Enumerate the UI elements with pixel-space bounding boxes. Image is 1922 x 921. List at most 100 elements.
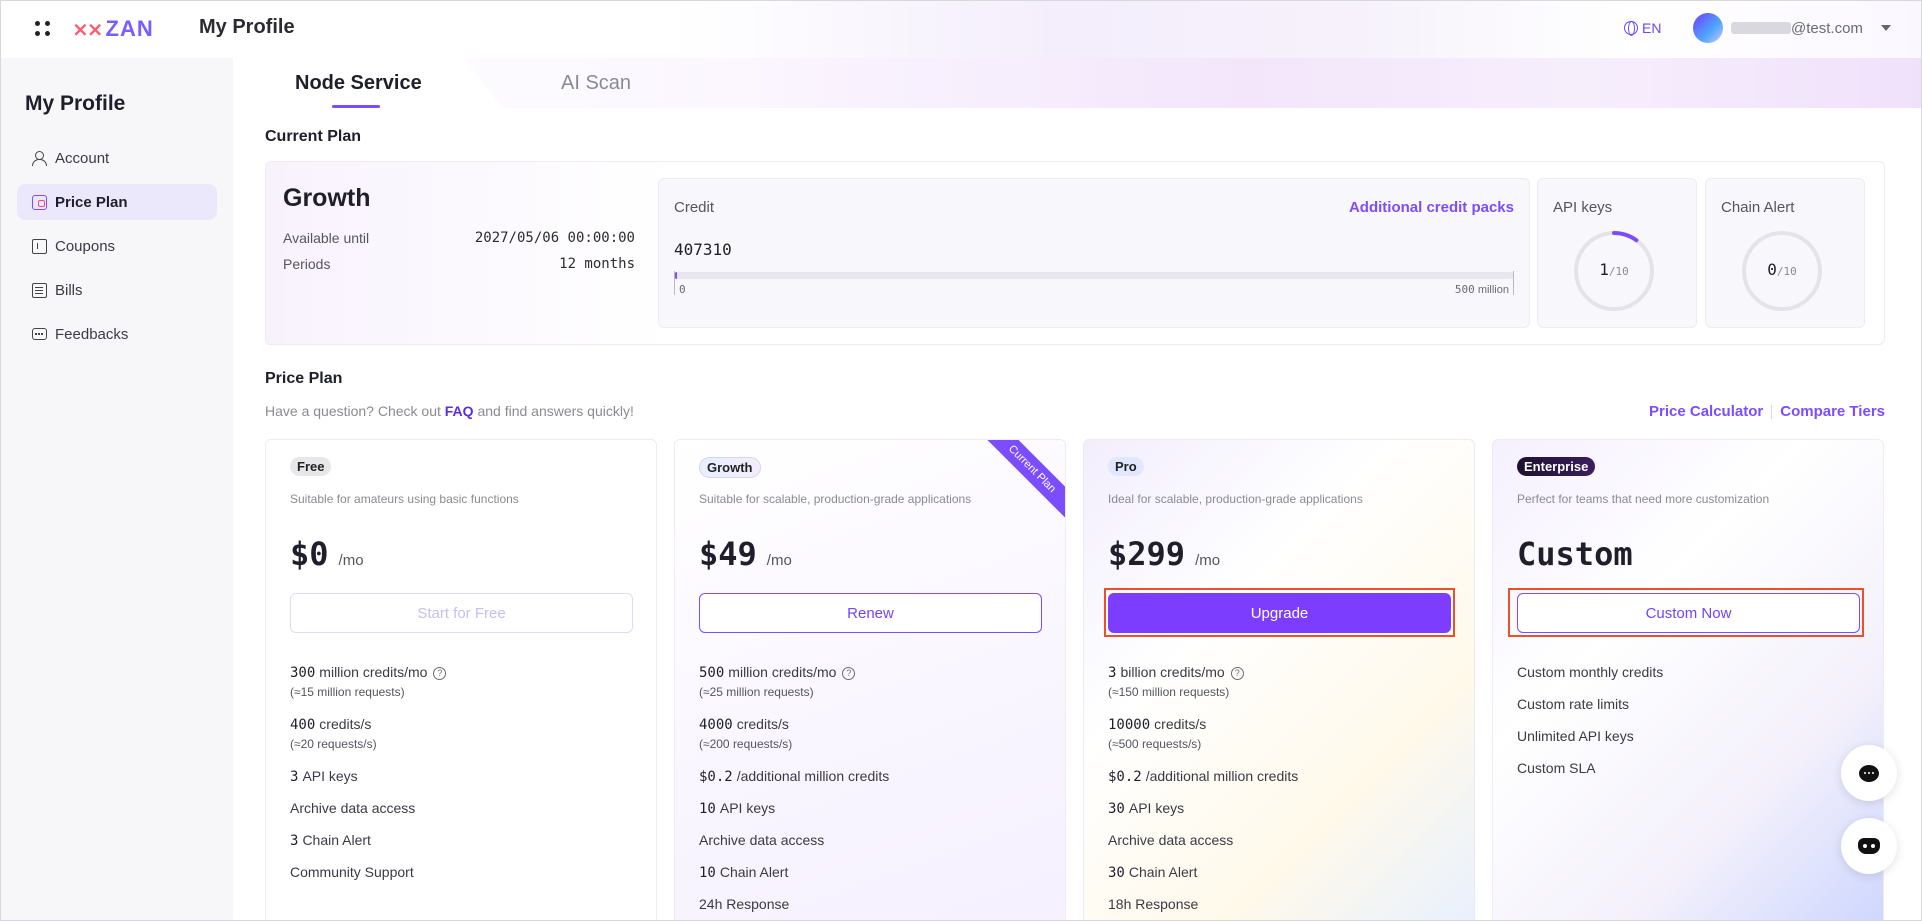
- faq-link[interactable]: FAQ: [445, 403, 474, 419]
- periods-label: Periods: [283, 256, 331, 272]
- plan-badge: Enterprise: [1517, 457, 1596, 476]
- bill-icon: [32, 282, 47, 298]
- price-calculator-link[interactable]: Price Calculator: [1649, 403, 1763, 420]
- periods-value: 12 months: [559, 256, 635, 272]
- plan-description: Suitable for scalable, production-grade …: [699, 492, 972, 506]
- sidebar-item-label: Account: [55, 149, 110, 167]
- user-email-suffix: @test.com: [1791, 19, 1863, 37]
- email-redacted: [1731, 22, 1791, 34]
- sidebar-item-price-plan[interactable]: Price Plan: [17, 184, 217, 220]
- current-plan-title: Current Plan: [265, 128, 362, 145]
- credit-max-label: 500 million: [1454, 283, 1509, 296]
- api-keys-panel: API keys 1/10: [1537, 178, 1697, 328]
- sidebar-item-label: Price Plan: [55, 193, 128, 211]
- plan-card-pro: Pro Ideal for scalable, production-grade…: [1083, 439, 1475, 921]
- price-plan-icon: [32, 194, 47, 210]
- credit-panel: Credit Additional credit packs 407310 0 …: [658, 178, 1530, 328]
- credit-value: 407310: [674, 240, 732, 259]
- logo-text: ZAN: [105, 16, 154, 41]
- tab-active-indicator: [332, 105, 380, 108]
- current-plan-card: Growth Available until 2027/05/06 00:00:…: [265, 161, 1885, 345]
- tab-ai-scan[interactable]: AI Scan: [561, 72, 631, 95]
- plan-feature: 3 Chain Alert: [290, 832, 371, 849]
- plan-feature: 24h Response: [699, 896, 790, 912]
- plan-feature: Unlimited API keys: [1517, 728, 1634, 744]
- chain-alert-label: Chain Alert: [1721, 199, 1795, 216]
- plan-feature: 3 API keys: [290, 768, 358, 785]
- plan-description: Perfect for teams that need more customi…: [1517, 492, 1770, 506]
- plan-feature: 500 million credits/mo? (≈25 million requ…: [699, 664, 856, 699]
- avatar: [1693, 13, 1723, 43]
- sidebar-item-label: Coupons: [55, 237, 116, 255]
- sidebar-item-bills[interactable]: Bills: [17, 272, 217, 308]
- help-icon[interactable]: ?: [433, 667, 447, 680]
- plan-feature: 4000 credits/s (≈200 requests/s): [699, 716, 793, 751]
- compare-tiers-link[interactable]: Compare Tiers: [1780, 403, 1885, 420]
- plan-feature: 3 billion credits/mo? (≈150 million reque…: [1108, 664, 1244, 699]
- plan-feature: Custom rate limits: [1517, 696, 1630, 712]
- language-label: EN: [1642, 20, 1662, 36]
- help-icon[interactable]: ?: [842, 667, 856, 680]
- sidebar-item-label: Feedbacks: [55, 325, 129, 343]
- chain-alert-panel: Chain Alert 0/10: [1705, 178, 1865, 328]
- current-plan-name: Growth: [283, 184, 371, 212]
- plan-feature: Archive data access: [1108, 832, 1234, 848]
- chat-icon: [1859, 764, 1879, 782]
- coupon-icon: [32, 238, 47, 254]
- available-until-label: Available until: [283, 230, 370, 246]
- plan-badge: Pro: [1108, 457, 1144, 476]
- plan-feature: 300 million credits/mo? (≈15 million requ…: [290, 664, 447, 699]
- plan-feature: 10 Chain Alert: [699, 864, 789, 881]
- plan-price: $49 /mo: [699, 535, 792, 573]
- plan-feature: Community Support: [290, 864, 414, 880]
- help-icon[interactable]: ?: [1230, 667, 1244, 680]
- zan-logo[interactable]: ⨯⨯ ZAN: [72, 16, 154, 42]
- plan-badge: Growth: [699, 457, 761, 478]
- available-until-value: 2027/05/06 00:00:00: [474, 230, 635, 246]
- available-until-row: Available until 2027/05/06 00:00:00: [283, 230, 635, 246]
- plan-feature: $0.2/additional million credits: [699, 768, 890, 785]
- periods-row: Periods 12 months: [283, 256, 635, 272]
- additional-credit-packs-link[interactable]: Additional credit packs: [1349, 199, 1514, 216]
- api-keys-label: API keys: [1553, 199, 1613, 216]
- app-title: My Profile: [199, 16, 295, 38]
- upgrade-highlight: [1104, 588, 1455, 637]
- main-content: Node Service AI Scan Current Plan Growth…: [233, 58, 1922, 921]
- zan-logo-mark-icon: ⨯⨯: [72, 18, 103, 41]
- api-keys-count: 1/10: [1599, 260, 1629, 279]
- user-menu[interactable]: @test.com: [1693, 13, 1891, 43]
- price-plan-subtitle: Have a question? Check out FAQ and find …: [265, 403, 634, 419]
- chain-alert-count: 0/10: [1767, 260, 1797, 279]
- tab-node-service[interactable]: Node Service: [295, 72, 422, 95]
- user-icon: [32, 150, 47, 166]
- renew-button[interactable]: Renew: [699, 593, 1042, 633]
- sidebar-item-feedbacks[interactable]: Feedbacks: [17, 316, 217, 352]
- app-grid-icon[interactable]: [35, 21, 51, 37]
- sidebar-item-coupons[interactable]: Coupons: [17, 228, 217, 264]
- start-for-free-button[interactable]: Start for Free: [290, 593, 633, 633]
- plan-feature: 400 credits/s (≈20 requests/s): [290, 716, 377, 751]
- chat-button[interactable]: [1841, 745, 1897, 801]
- sidebar: My Profile Account Price Plan Coupons Bi…: [0, 58, 233, 921]
- plan-description: Suitable for amateurs using basic functi…: [290, 492, 519, 506]
- sidebar-title: My Profile: [25, 92, 126, 115]
- plan-feature: Custom monthly credits: [1517, 664, 1664, 680]
- plan-price: $0 /mo: [290, 535, 364, 573]
- language-switch[interactable]: EN: [1624, 20, 1661, 36]
- discord-icon: [1858, 838, 1880, 854]
- plan-price: $299 /mo: [1108, 535, 1221, 573]
- custom-now-highlight: [1508, 588, 1864, 637]
- sidebar-item-account[interactable]: Account: [17, 140, 217, 176]
- discord-button[interactable]: [1841, 818, 1897, 874]
- plan-feature: 30 API keys: [1108, 800, 1185, 817]
- chevron-down-icon: [1880, 25, 1891, 31]
- feedback-icon: [32, 328, 47, 340]
- plan-card-growth: Current Plan Growth Suitable for scalabl…: [674, 439, 1066, 921]
- sidebar-item-label: Bills: [55, 281, 83, 299]
- current-plan-ribbon: Current Plan: [978, 440, 1065, 523]
- plan-feature: 10 API keys: [699, 800, 776, 817]
- plan-description: Ideal for scalable, production-grade app…: [1108, 492, 1363, 506]
- price-links: Price Calculator Compare Tiers: [1649, 403, 1885, 420]
- plan-card-free: Free Suitable for amateurs using basic f…: [265, 439, 657, 921]
- top-bar: ⨯⨯ ZAN My Profile EN @test.com: [0, 0, 1922, 58]
